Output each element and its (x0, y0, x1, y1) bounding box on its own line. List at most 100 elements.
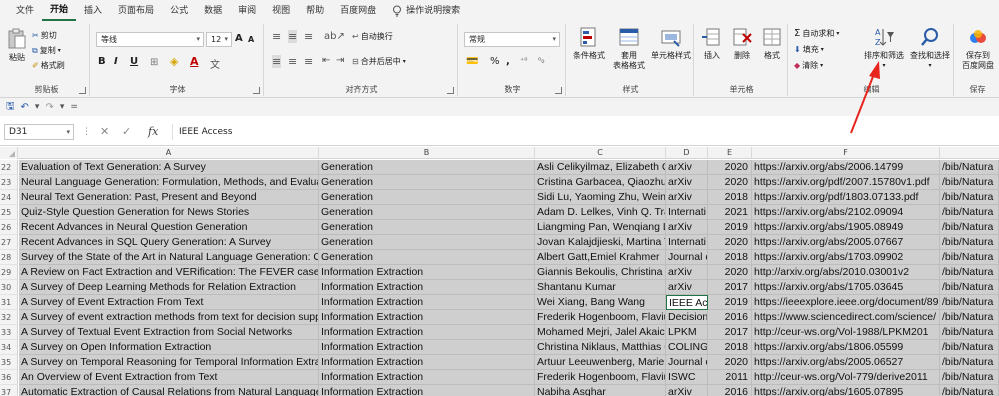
italic-button[interactable]: I (114, 56, 118, 67)
cell-c[interactable]: Cristina Garbacea, Qiaozhu (535, 175, 666, 190)
cell-a[interactable]: A Survey of Textual Event Extraction fro… (19, 325, 319, 340)
cell-g[interactable]: /bib/Natura (940, 310, 999, 325)
cell-e[interactable]: 2019 (708, 220, 752, 235)
row-header[interactable]: 22 (0, 160, 18, 175)
row-header[interactable]: 28 (0, 250, 18, 265)
align-left-icon[interactable]: ≡ (272, 55, 282, 68)
tab-baidu-netdisk[interactable]: 百度网盘 (332, 0, 384, 22)
cell-b[interactable]: Information Extraction (319, 325, 535, 340)
cell-d[interactable]: arXiv (666, 190, 708, 205)
row-header[interactable]: 26 (0, 220, 18, 235)
cell-f[interactable]: https://arxiv.org/pdf/2007.15780v1.pdf (752, 175, 940, 190)
cell-b[interactable]: Generation (319, 190, 535, 205)
column-header-a[interactable]: A (19, 147, 319, 159)
cell-e[interactable]: 2011 (708, 370, 752, 385)
cell-f[interactable]: https://arxiv.org/abs/1806.05599 (752, 340, 940, 355)
align-center-icon[interactable]: ≡ (288, 55, 297, 68)
cell-f[interactable]: http://arxiv.org/abs/2010.03001v2 (752, 265, 940, 280)
row-header[interactable]: 32 (0, 310, 18, 325)
cell-a[interactable]: A Survey of Deep Learning Methods for Re… (19, 280, 319, 295)
cell-c[interactable]: Frederik Hogenboom, Flaviu (535, 310, 666, 325)
cell-a[interactable]: Neural Language Generation: Formulation,… (19, 175, 319, 190)
tab-review[interactable]: 审阅 (230, 0, 264, 22)
active-cell[interactable]: IEEE Acc (666, 295, 708, 310)
cell-g[interactable]: /bib/Natura (940, 385, 999, 396)
cell-g[interactable]: /bib/Natura (940, 220, 999, 235)
row-header[interactable]: 30 (0, 280, 18, 295)
cell-b[interactable]: Information Extraction (319, 340, 535, 355)
cell-a[interactable]: Recent Advances in SQL Query Generation:… (19, 235, 319, 250)
redo-icon[interactable]: ↷ (45, 102, 53, 113)
cell-f[interactable]: http://ceur-ws.org/Vol-779/derive2011 (752, 370, 940, 385)
phonetic-icon[interactable]: 文 (210, 56, 220, 71)
column-header-e[interactable]: E (708, 147, 752, 159)
cell-b[interactable]: Information Extraction (319, 370, 535, 385)
cell-c[interactable]: Artuur Leeuwenberg, Marie (535, 355, 666, 370)
cell-b[interactable]: Information Extraction (319, 355, 535, 370)
select-all-button[interactable] (0, 147, 18, 159)
cell-a[interactable]: Automatic Extraction of Causal Relations… (19, 385, 319, 396)
cell-c[interactable]: Wei Xiang, Bang Wang (535, 295, 666, 310)
cell-e[interactable]: 2018 (708, 340, 752, 355)
cell-d[interactable]: arXiv (666, 265, 708, 280)
cell-c[interactable]: Asli Celikyilmaz, Elizabeth Cl (535, 160, 666, 175)
currency-icon[interactable]: 💳 (466, 56, 478, 67)
align-middle-icon[interactable]: ≡ (288, 30, 298, 43)
underline-button[interactable]: U (130, 56, 138, 67)
fill-button[interactable]: ⬇ 填充 ▾ (794, 44, 824, 55)
tab-help[interactable]: 帮助 (298, 0, 332, 22)
cell-f[interactable]: https://arxiv.org/abs/1905.08949 (752, 220, 940, 235)
row-header[interactable]: 23 (0, 175, 18, 190)
decrease-decimal-icon[interactable]: ⁰₀ (538, 56, 544, 65)
decrease-indent-icon[interactable]: ⇤ (322, 55, 330, 66)
cell-a[interactable]: Survey of the State of the Art in Natura… (19, 250, 319, 265)
insert-cells-button[interactable]: 插入 (698, 26, 726, 61)
tab-data[interactable]: 数据 (196, 0, 230, 22)
cell-c[interactable]: Liangming Pan, Wenqiang L (535, 220, 666, 235)
cell-g[interactable]: /bib/Natura (940, 205, 999, 220)
cell-e[interactable]: 2018 (708, 250, 752, 265)
cell-e[interactable]: 2016 (708, 310, 752, 325)
cell-f[interactable]: https://arxiv.org/abs/2102.09094 (752, 205, 940, 220)
row-header[interactable]: 29 (0, 265, 18, 280)
cell-f[interactable]: http://ceur-ws.org/Vol-1988/LPKM201 (752, 325, 940, 340)
cell-b[interactable]: Information Extraction (319, 295, 535, 310)
cell-b[interactable]: Generation (319, 250, 535, 265)
cell-g[interactable]: /bib/Natura (940, 355, 999, 370)
tab-page-layout[interactable]: 页面布局 (110, 0, 162, 22)
cell-a[interactable]: A Review on Fact Extraction and VERifica… (19, 265, 319, 280)
cell-g[interactable]: /bib/Natura (940, 235, 999, 250)
cell-a[interactable]: Neural Text Generation: Past, Present an… (19, 190, 319, 205)
align-top-icon[interactable]: ≡ (272, 30, 281, 43)
cell-a[interactable]: Evaluation of Text Generation: A Survey (19, 160, 319, 175)
cell-c[interactable]: Jovan Kalajdjieski, Martina T (535, 235, 666, 250)
find-select-button[interactable]: 查找和选择 ▾ (908, 26, 952, 71)
paste-button[interactable]: 粘贴 (6, 28, 28, 63)
font-color-icon[interactable]: A (190, 55, 199, 68)
formula-input[interactable]: IEEE Access (172, 124, 992, 140)
cell-d[interactable]: Internati (666, 205, 708, 220)
column-header-g[interactable] (940, 147, 999, 159)
cell-a[interactable]: An Overview of Event Extraction from Tex… (19, 370, 319, 385)
increase-decimal-icon[interactable]: ⁺⁰ (520, 56, 527, 65)
save-icon[interactable]: 🖫 (6, 99, 15, 116)
cell-d[interactable]: Journal c (666, 355, 708, 370)
cell-e[interactable]: 2020 (708, 160, 752, 175)
sort-filter-button[interactable]: AZ 排序和筛选 ▾ (862, 26, 906, 71)
tab-insert[interactable]: 插入 (76, 0, 110, 22)
number-format-select[interactable]: 常规 ▾ (464, 32, 560, 47)
cell-e[interactable]: 2016 (708, 385, 752, 396)
tab-home[interactable]: 开始 (42, 1, 77, 21)
copy-button[interactable]: ⧉ 复制 ▾ (32, 45, 61, 56)
row-header[interactable]: 36 (0, 370, 18, 385)
border-icon[interactable]: ⊞ (150, 57, 158, 68)
cell-d[interactable]: COLING (666, 340, 708, 355)
bold-button[interactable]: B (98, 56, 106, 67)
cell-f[interactable]: https://arxiv.org/pdf/1803.07133.pdf (752, 190, 940, 205)
cell-b[interactable]: Information Extraction (319, 310, 535, 325)
cell-b[interactable]: Information Extraction (319, 280, 535, 295)
cell-e[interactable]: 2020 (708, 265, 752, 280)
cell-a[interactable]: A Survey of Event Extraction From Text (19, 295, 319, 310)
cell-d[interactable]: arXiv (666, 385, 708, 396)
cell-a[interactable]: Quiz-Style Question Generation for News … (19, 205, 319, 220)
